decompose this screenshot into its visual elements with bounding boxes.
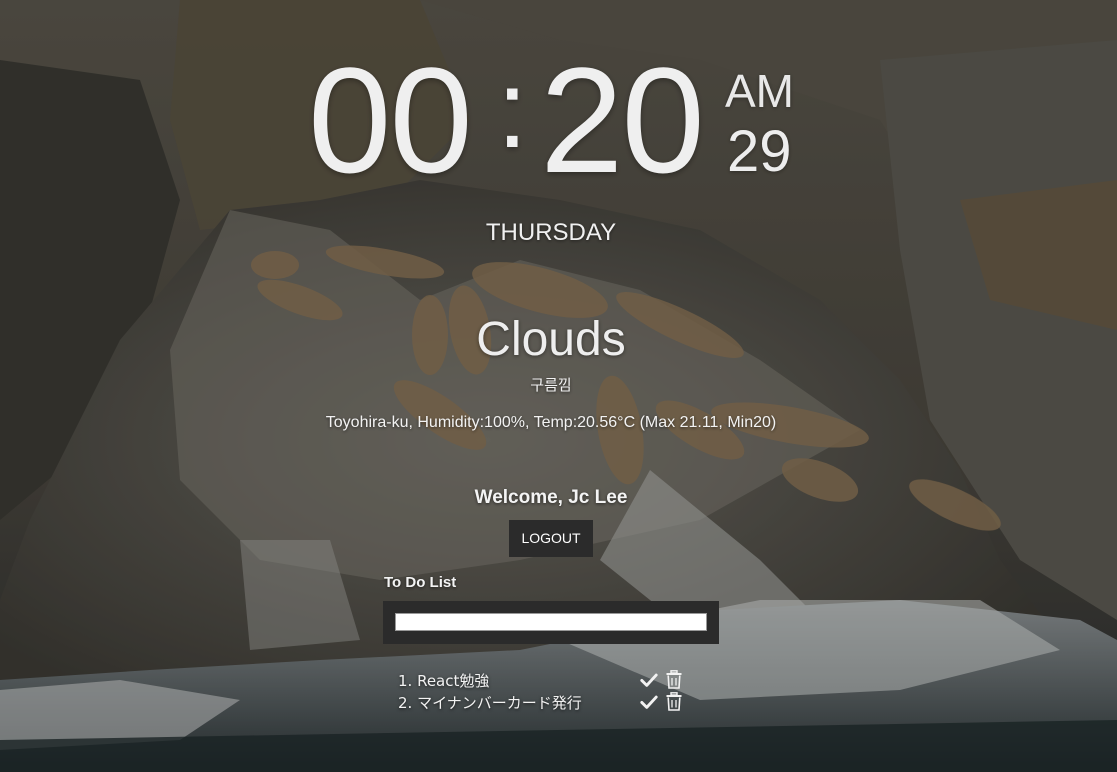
logout-button[interactable]: LOGOUT (509, 520, 593, 557)
todo-title: To Do List (384, 574, 457, 591)
clock-minutes: 20 (540, 36, 705, 204)
todo-item-text: 1. React勉強 (398, 672, 490, 690)
trash-icon[interactable] (666, 692, 682, 711)
clock-hours: 00 (308, 36, 473, 204)
clock-seconds: 29 (727, 119, 792, 184)
weather-detail: Toyohira-ku, Humidity:100%, Temp:20.56°C… (325, 414, 777, 431)
dashboard: 00 : 20 AM 29 THURSDAY Clouds 구름낌 Toyohi… (0, 0, 1117, 772)
todo-list: 1. React勉強 2. マイナンバーカード発行 (398, 670, 698, 714)
weekday-label: THURSDAY (485, 219, 617, 246)
todo-input[interactable] (395, 613, 707, 631)
todo-item: 2. マイナンバーカード発行 (398, 692, 698, 714)
todo-form (383, 601, 719, 644)
check-icon[interactable] (640, 693, 658, 711)
clock-ampm: AM (725, 65, 794, 117)
welcome-message: Welcome, Jc Lee (474, 487, 628, 508)
trash-icon[interactable] (666, 670, 682, 689)
check-icon[interactable] (640, 671, 658, 689)
weather-description: 구름낌 (530, 376, 572, 394)
todo-item: 1. React勉強 (398, 670, 698, 692)
clock: 00 : 20 AM 29 (0, 40, 1117, 200)
todo-item-text: 2. マイナンバーカード発行 (398, 694, 582, 712)
clock-separator: : (497, 48, 528, 171)
weather-main: Clouds (476, 313, 626, 366)
